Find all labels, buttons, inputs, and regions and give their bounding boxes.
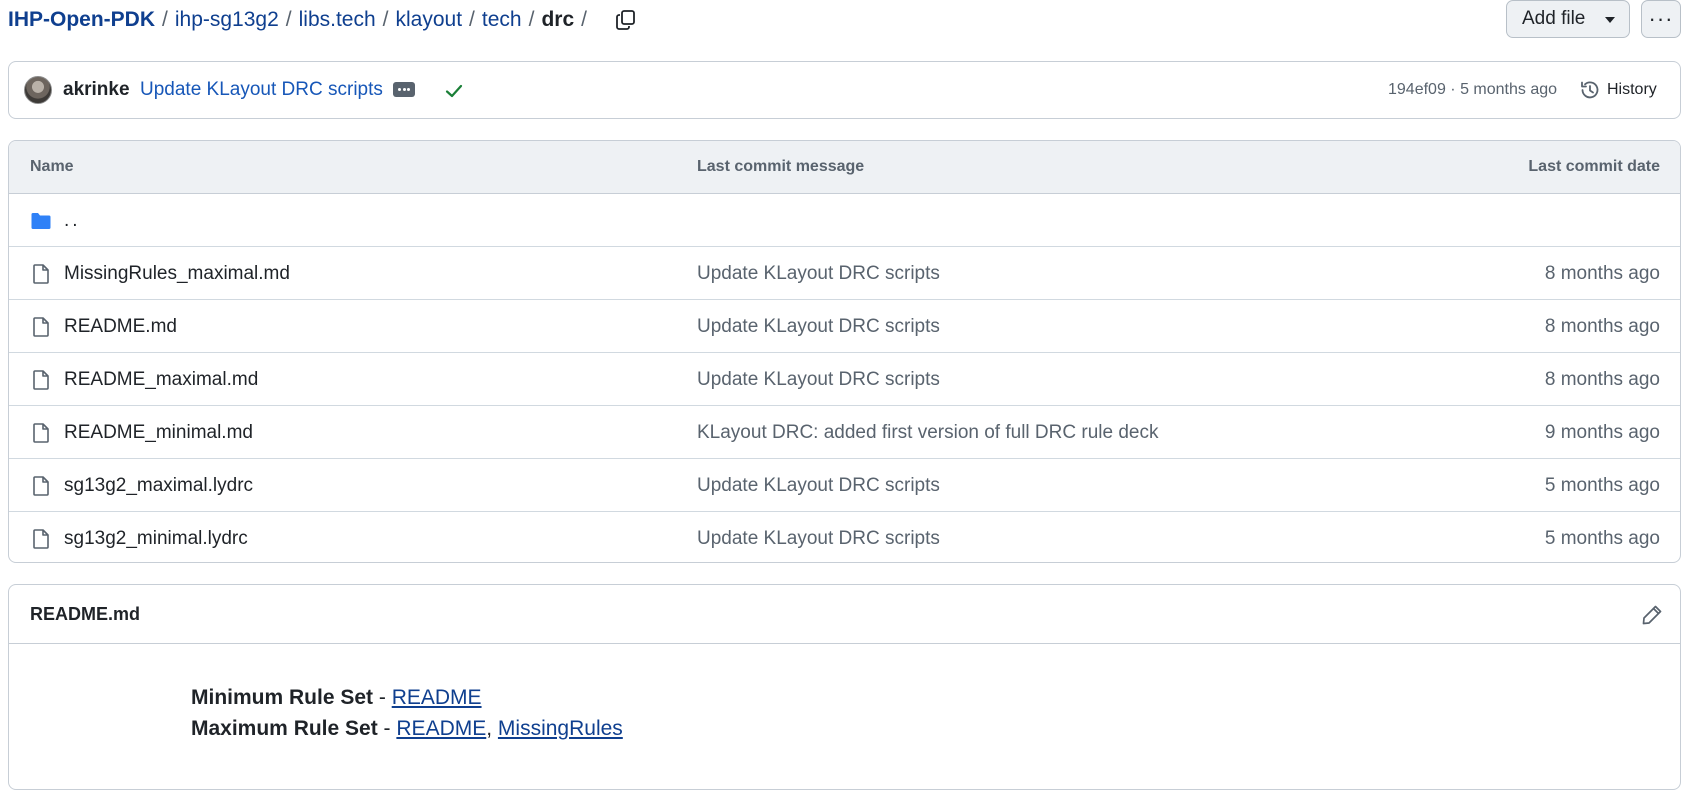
file-icon [33, 423, 49, 443]
readme-minimum-readme-link[interactable]: README [392, 686, 482, 709]
column-header-date: Last commit date [1528, 158, 1660, 175]
copy-path-button[interactable] [612, 6, 640, 34]
history-label: History [1607, 81, 1657, 98]
column-header-message: Last commit message [697, 158, 865, 175]
file-commit-message-link[interactable]: Update KLayout DRC scripts [697, 316, 940, 338]
breadcrumb-separator: / [581, 8, 587, 31]
file-name-link[interactable]: README_minimal.md [64, 422, 253, 444]
file-name-link[interactable]: MissingRules_maximal.md [64, 263, 290, 285]
readme-comma: , [486, 717, 498, 740]
copy-icon [616, 10, 635, 30]
latest-commit-bar: akrinke Update KLayout DRC scripts 194ef… [8, 61, 1681, 119]
readme-dash: - [373, 686, 392, 709]
column-header-name: Name [30, 158, 74, 175]
file-commit-message-link[interactable]: Update KLayout DRC scripts [697, 528, 940, 550]
file-table: Name Last commit message Last commit dat… [8, 140, 1681, 563]
kebab-horizontal-icon: ··· [1648, 6, 1674, 31]
file-commit-date: 9 months ago [1544, 422, 1660, 443]
file-commit-date: 5 months ago [1544, 528, 1660, 549]
file-icon [33, 476, 49, 496]
commit-author[interactable]: akrinke [63, 79, 130, 101]
more-options-button[interactable]: ··· [1641, 0, 1681, 38]
breadcrumb-separator: / [285, 8, 292, 31]
breadcrumb-current: drc [541, 8, 575, 31]
table-row: README.md Update KLayout DRC scripts 8 m… [9, 300, 1680, 353]
file-commit-message-link[interactable]: Update KLayout DRC scripts [697, 475, 940, 497]
file-table-header: Name Last commit message Last commit dat… [9, 141, 1680, 194]
readme-line-minimum: Minimum Rule Set - README [191, 686, 482, 710]
file-commit-date: 5 months ago [1544, 475, 1660, 496]
parent-directory-row[interactable]: .. [9, 194, 1680, 247]
breadcrumb-separator: / [528, 8, 535, 31]
file-commit-message-link[interactable]: Update KLayout DRC scripts [697, 263, 940, 285]
readme-missingrules-link[interactable]: MissingRules [498, 717, 623, 740]
meta-separator: · [1445, 81, 1461, 98]
file-name-link[interactable]: README_maximal.md [64, 369, 258, 391]
breadcrumb: IHP-Open-PDK / ihp-sg13g2 / libs.tech / … [8, 6, 594, 34]
breadcrumb-link-tech[interactable]: tech [482, 8, 522, 32]
file-icon [33, 370, 49, 390]
breadcrumb-link-klayout[interactable]: klayout [396, 8, 463, 32]
breadcrumb-separator: / [162, 8, 168, 31]
pencil-icon[interactable] [1640, 603, 1664, 627]
check-icon[interactable] [443, 80, 465, 102]
table-row: sg13g2_maximal.lydrc Update KLayout DRC … [9, 459, 1680, 512]
file-icon [33, 317, 49, 337]
readme-panel: README.md Minimum Rule Set - README Maxi… [8, 584, 1681, 790]
file-name-link[interactable]: README.md [64, 316, 177, 338]
commit-sha-link[interactable]: 194ef09 [1388, 81, 1446, 98]
breadcrumb-separator: / [469, 8, 475, 31]
commit-age: 5 months ago [1460, 81, 1558, 98]
history-icon [1581, 81, 1599, 99]
readme-body: Minimum Rule Set - README Maximum Rule S… [9, 644, 1680, 789]
commit-meta: 194ef09 · 5 months ago [1388, 81, 1557, 99]
readme-dash: - [377, 717, 397, 740]
ellipsis-dot [397, 88, 401, 91]
file-name-link[interactable]: sg13g2_maximal.lydrc [64, 475, 253, 497]
breadcrumb-link-libs-tech[interactable]: libs.tech [299, 8, 376, 32]
file-commit-date: 8 months ago [1544, 369, 1660, 390]
table-row: sg13g2_minimal.lydrc Update KLayout DRC … [9, 512, 1680, 562]
readme-line-maximum: Maximum Rule Set - README, MissingRules [191, 717, 623, 741]
file-commit-date: 8 months ago [1544, 263, 1660, 284]
table-row: MissingRules_maximal.md Update KLayout D… [9, 247, 1680, 300]
parent-directory-link[interactable]: .. [64, 210, 81, 232]
chevron-down-icon [1605, 17, 1615, 23]
file-icon [33, 529, 49, 549]
file-name-link[interactable]: sg13g2_minimal.lydrc [64, 528, 248, 550]
file-commit-message-link[interactable]: KLayout DRC: added first version of full… [697, 422, 1158, 444]
avatar[interactable] [24, 76, 52, 104]
history-button[interactable]: History [1579, 75, 1657, 105]
add-file-button[interactable]: Add file [1506, 0, 1630, 38]
add-file-label: Add file [1522, 8, 1586, 29]
file-commit-message-link[interactable]: Update KLayout DRC scripts [697, 369, 940, 391]
commit-message-link[interactable]: Update KLayout DRC scripts [140, 79, 383, 101]
readme-header: README.md [9, 585, 1680, 644]
table-row: README_maximal.md Update KLayout DRC scr… [9, 353, 1680, 406]
ellipsis-dot [402, 88, 406, 91]
ellipsis-dot [407, 88, 411, 91]
file-icon [33, 264, 49, 284]
readme-title[interactable]: README.md [30, 604, 140, 625]
folder-icon [31, 213, 51, 229]
table-row: README_minimal.md KLayout DRC: added fir… [9, 406, 1680, 459]
breadcrumb-root-link[interactable]: IHP-Open-PDK [8, 8, 155, 32]
breadcrumb-separator: / [382, 8, 389, 31]
readme-maximum-label: Maximum Rule Set [191, 717, 378, 740]
breadcrumb-link-ihp-sg13g2[interactable]: ihp-sg13g2 [175, 8, 279, 32]
readme-minimum-label: Minimum Rule Set [191, 686, 374, 709]
readme-maximum-readme-link[interactable]: README [396, 717, 486, 740]
file-commit-date: 8 months ago [1544, 316, 1660, 337]
expand-commit-message-button[interactable] [393, 82, 415, 97]
